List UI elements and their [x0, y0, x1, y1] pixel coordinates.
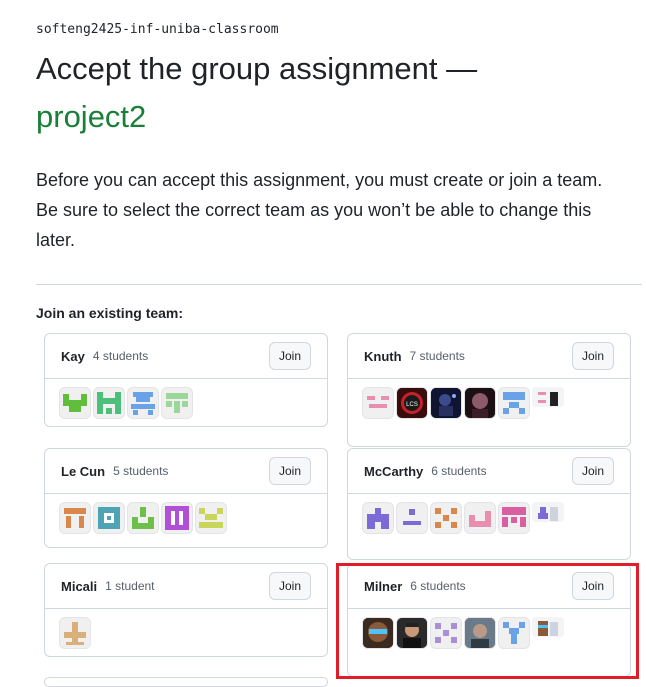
- join-micali-button[interactable]: Join: [268, 572, 311, 600]
- team-members: [45, 609, 327, 657]
- team-member-count: 1 student: [105, 579, 155, 593]
- team-card-partial: [44, 677, 328, 687]
- team-card-header: Milner 6 students Join: [348, 564, 630, 609]
- classroom-name: softeng2425-inf-uniba-classroom: [36, 22, 279, 37]
- member-avatar[interactable]: [59, 502, 91, 534]
- member-avatar[interactable]: [464, 502, 496, 534]
- team-card-kay: Kay 4 students Join: [44, 333, 328, 427]
- team-card-header: Knuth 7 students Join: [348, 334, 630, 379]
- member-avatar[interactable]: [430, 387, 462, 419]
- join-mccarthy-button[interactable]: Join: [571, 457, 614, 485]
- join-kay-button[interactable]: Join: [268, 342, 311, 370]
- team-name: Knuth: [364, 348, 402, 364]
- member-avatar[interactable]: [59, 617, 91, 649]
- member-avatar[interactable]: LCS: [396, 387, 428, 419]
- divider: [36, 284, 642, 285]
- team-member-count: 7 students: [409, 349, 465, 363]
- team-name: Le Cun: [61, 463, 106, 479]
- member-avatar[interactable]: [93, 387, 125, 419]
- team-card-milner: Milner 6 students Join: [347, 563, 631, 677]
- member-avatar[interactable]: [362, 502, 394, 534]
- team-card-header: McCarthy 6 students Join: [348, 449, 630, 494]
- member-avatar[interactable]: [195, 502, 227, 534]
- member-avatar[interactable]: [362, 617, 394, 649]
- team-name: Milner: [364, 578, 403, 594]
- member-avatar[interactable]: [430, 502, 462, 534]
- team-card-header: Le Cun 5 students Join: [45, 449, 327, 494]
- page-title: Accept the group assignment —: [36, 51, 478, 86]
- join-le-cun-button[interactable]: Join: [268, 457, 311, 485]
- member-avatar[interactable]: [498, 502, 530, 534]
- team-member-count: 6 students: [410, 579, 466, 593]
- team-card-mccarthy: McCarthy 6 students Join: [347, 448, 631, 560]
- join-milner-button[interactable]: Join: [571, 572, 614, 600]
- join-knuth-button[interactable]: Join: [571, 342, 614, 370]
- member-avatar[interactable]: [464, 617, 496, 649]
- member-avatar[interactable]: [161, 502, 193, 534]
- team-card-micali: Micali 1 student Join: [44, 563, 328, 657]
- assignment-name: project2: [36, 99, 147, 134]
- team-card-header: Micali 1 student Join: [45, 564, 327, 609]
- member-avatar[interactable]: [362, 387, 394, 419]
- team-members: LCS: [348, 379, 630, 427]
- member-avatar[interactable]: [396, 502, 428, 534]
- member-avatar[interactable]: [396, 617, 428, 649]
- team-card-knuth: Knuth 7 students Join LCS: [347, 333, 631, 447]
- join-team-heading: Join an existing team:: [36, 305, 184, 321]
- member-avatar[interactable]: [127, 502, 159, 534]
- team-card-header: Kay 4 students Join: [45, 334, 327, 379]
- assignment-description: Before you can accept this assignment, y…: [36, 170, 603, 250]
- team-card-le-cun: Le Cun 5 students Join: [44, 448, 328, 548]
- member-avatar[interactable]: [464, 387, 496, 419]
- member-avatar[interactable]: [498, 617, 530, 649]
- member-avatar[interactable]: [498, 387, 530, 419]
- more-members[interactable]: [532, 387, 564, 407]
- member-avatar[interactable]: [59, 387, 91, 419]
- team-members: [45, 494, 327, 542]
- svg-text:LCS: LCS: [406, 402, 418, 408]
- more-members[interactable]: [532, 617, 564, 637]
- member-avatar[interactable]: [127, 387, 159, 419]
- team-name: Kay: [61, 348, 85, 364]
- team-members: [45, 379, 327, 427]
- team-name: Micali: [61, 578, 98, 594]
- member-avatar[interactable]: [93, 502, 125, 534]
- team-member-count: 5 students: [113, 464, 169, 478]
- team-members: [348, 609, 630, 657]
- team-name: McCarthy: [364, 463, 424, 479]
- member-avatar[interactable]: [430, 617, 462, 649]
- team-members: [348, 494, 630, 542]
- more-members[interactable]: [532, 502, 564, 522]
- member-avatar[interactable]: [161, 387, 193, 419]
- team-member-count: 6 students: [431, 464, 487, 478]
- team-member-count: 4 students: [92, 349, 149, 363]
